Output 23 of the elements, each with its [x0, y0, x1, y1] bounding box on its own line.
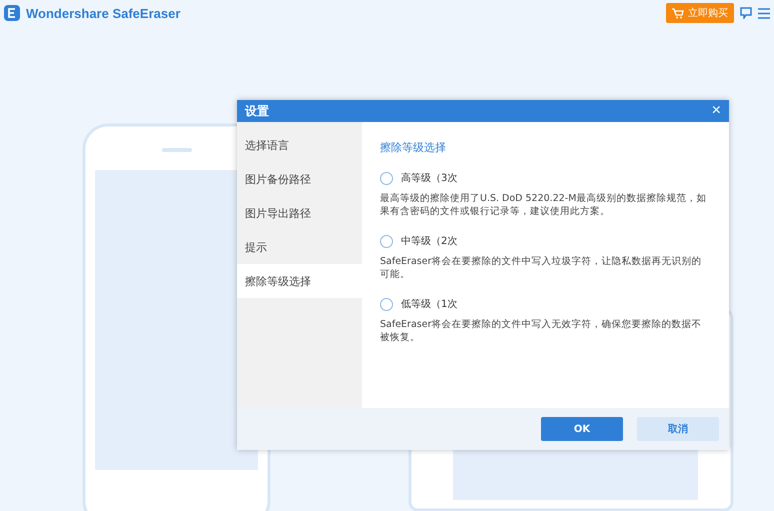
- radio-button[interactable]: [380, 234, 393, 248]
- option-description: 最高等级的擦除使用了U.S. DoD 5220.22-M最高级别的数据擦除规范，如果有含密码的文件或银行记录等，建议使用此方案。: [380, 192, 708, 218]
- sidebar-item[interactable]: 擦除等级选择: [237, 264, 362, 298]
- sidebar-item[interactable]: 选择语言: [237, 128, 362, 162]
- close-button[interactable]: ×: [712, 103, 721, 119]
- option-label: 中等级（2次: [401, 234, 458, 248]
- section-title: 擦除等级选择: [380, 140, 447, 155]
- feedback-icon[interactable]: [740, 7, 752, 19]
- app-title: Wondershare SafeEraser: [26, 6, 182, 20]
- menu-icon[interactable]: [758, 8, 770, 18]
- dialog-title: 设置: [245, 102, 269, 120]
- option-label: 低等级（1次: [401, 298, 458, 311]
- sidebar-item[interactable]: 图片导出路径: [237, 196, 362, 230]
- radio-button[interactable]: [380, 172, 393, 184]
- cart-icon: [672, 8, 684, 18]
- option-label: 高等级（3次: [401, 172, 458, 185]
- radio-button[interactable]: [380, 298, 393, 310]
- ok-button[interactable]: OK: [541, 417, 623, 441]
- option-description: SafeEraser将会在要擦除的文件中写入无效字符，确保您要擦除的数据不被恢复。: [380, 318, 702, 344]
- sidebar-item[interactable]: 图片备份路径: [237, 162, 362, 196]
- option-description: SafeEraser将会在要擦除的文件中写入垃圾字符，让隐私数据再无识别的可能。: [380, 255, 702, 281]
- app-logo-icon: [4, 5, 20, 21]
- sidebar-item[interactable]: 提示: [237, 230, 362, 264]
